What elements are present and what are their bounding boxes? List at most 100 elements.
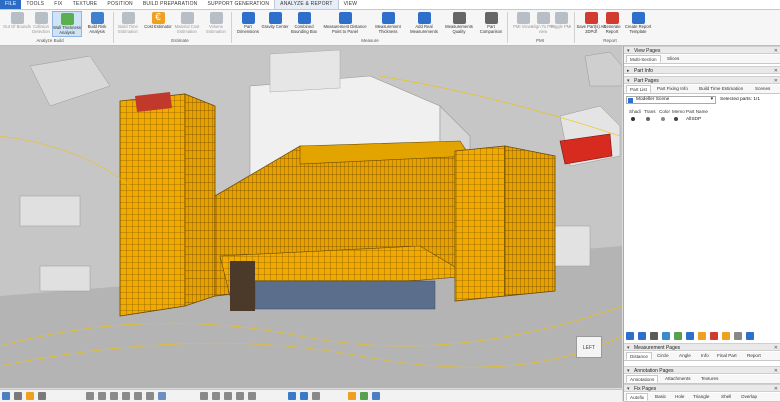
tab-part-fixing-info[interactable]: Part Fixing Info bbox=[654, 85, 691, 93]
menu-texture[interactable]: TEXTURE bbox=[68, 0, 103, 9]
menu-tools[interactable]: TOOLS bbox=[21, 0, 49, 9]
menu-analyze-report[interactable]: ANALYZE & REPORT bbox=[274, 0, 339, 9]
tab-autofix[interactable]: Autofix bbox=[626, 393, 649, 401]
menu-position[interactable]: POSITION bbox=[102, 0, 138, 9]
close-icon[interactable]: ✕ bbox=[774, 77, 778, 85]
close-icon[interactable]: ✕ bbox=[774, 367, 778, 375]
create-report-template-button[interactable]: Create Report Template bbox=[622, 11, 654, 37]
table-row[interactable]: AllSDP bbox=[626, 116, 779, 123]
menu-file[interactable]: FILE bbox=[0, 0, 22, 9]
view-front-icon[interactable] bbox=[86, 392, 94, 400]
scale-icon[interactable] bbox=[650, 332, 658, 340]
settings-icon[interactable] bbox=[734, 332, 742, 340]
rotate-icon[interactable] bbox=[14, 392, 22, 400]
render-mode-icon[interactable] bbox=[288, 392, 296, 400]
volume-estimation-button[interactable]: Volume Estimation bbox=[201, 11, 231, 37]
fix-icon[interactable] bbox=[674, 332, 682, 340]
combined-bounding-box-button[interactable]: Combined Bounding Box bbox=[287, 11, 321, 37]
wall-thickness-analysis-button[interactable]: Wall Thickness Analysis bbox=[52, 11, 82, 37]
view-top-icon[interactable] bbox=[134, 392, 142, 400]
part-info-header[interactable]: ▸ Part Info ✕ bbox=[624, 66, 780, 74]
duplicate-icon[interactable] bbox=[638, 332, 646, 340]
merge-icon[interactable] bbox=[698, 332, 706, 340]
wireframe-icon[interactable] bbox=[200, 392, 208, 400]
label-icon[interactable] bbox=[722, 332, 730, 340]
pan-icon[interactable] bbox=[2, 392, 10, 400]
view-iso-icon[interactable] bbox=[158, 392, 166, 400]
shaded-icon[interactable] bbox=[212, 392, 220, 400]
menu-view[interactable]: VIEW bbox=[339, 0, 363, 9]
tab-part-list[interactable]: Part List bbox=[626, 85, 651, 93]
fit-view-icon[interactable] bbox=[38, 392, 46, 400]
tab-report[interactable]: Report bbox=[744, 352, 764, 360]
col-part-name[interactable]: Part Name bbox=[686, 108, 708, 115]
tab-hole[interactable]: Hole bbox=[672, 393, 687, 401]
menu-support-generation[interactable]: SUPPORT GENERATION bbox=[202, 0, 274, 9]
tab-multi-section[interactable]: Multi-Section bbox=[626, 55, 661, 63]
lighting-icon[interactable] bbox=[300, 392, 308, 400]
toggle-pmi-button[interactable]: Toggle PMI bbox=[549, 11, 573, 37]
cost-estimator-button[interactable]: € Cost Estimator bbox=[143, 11, 173, 37]
tab-angle[interactable]: Angle bbox=[676, 352, 694, 360]
measure-icon[interactable] bbox=[236, 392, 244, 400]
tab-distance[interactable]: Distance bbox=[626, 352, 652, 360]
tab-scenes[interactable]: Scenes bbox=[752, 85, 773, 93]
part-comparison-button[interactable]: Part Comparison bbox=[476, 11, 506, 37]
material-cost-estimation-button[interactable]: Material Cost Estimation bbox=[172, 11, 202, 37]
tab-overlap[interactable]: Overlap bbox=[738, 393, 760, 401]
annotation-pages-header[interactable]: ▾ Annotation Pages ✕ bbox=[624, 366, 780, 374]
build-risk-analysis-button[interactable]: Build Risk Analysis bbox=[82, 11, 112, 37]
view-cube[interactable]: LEFT bbox=[576, 336, 602, 358]
tab-triangle[interactable]: Triangle bbox=[690, 393, 712, 401]
part-dimensions-button[interactable]: Part Dimensions bbox=[233, 11, 263, 37]
section-icon[interactable] bbox=[224, 392, 232, 400]
fix-pages-header[interactable]: ▾ Fix Pages ✕ bbox=[624, 384, 780, 392]
close-icon[interactable]: ✕ bbox=[774, 344, 778, 352]
menu-build-preparation[interactable]: BUILD PREPARATION bbox=[138, 0, 203, 9]
shading-icon[interactable] bbox=[631, 117, 635, 121]
view-back-icon[interactable] bbox=[98, 392, 106, 400]
add-part-icon[interactable] bbox=[626, 332, 634, 340]
close-icon[interactable]: ✕ bbox=[774, 385, 778, 393]
3d-viewport[interactable]: LEFT bbox=[0, 46, 622, 388]
tab-annotations[interactable]: Annotations bbox=[626, 375, 659, 383]
camera-icon[interactable] bbox=[372, 392, 380, 400]
tab-build-time-estimation[interactable]: Build Time Estimation bbox=[696, 85, 746, 93]
view-bottom-icon[interactable] bbox=[146, 392, 154, 400]
select-icon[interactable] bbox=[248, 392, 256, 400]
tab-textures[interactable]: Textures bbox=[698, 375, 721, 383]
gravity-center-button[interactable]: Gravity Center bbox=[260, 11, 290, 37]
part-pages-header[interactable]: ▾ Part Pages ✕ bbox=[624, 76, 780, 84]
memo-icon[interactable] bbox=[674, 117, 678, 121]
view-left-icon[interactable] bbox=[110, 392, 118, 400]
col-memo[interactable]: Memo bbox=[672, 108, 685, 115]
tab-slices[interactable]: Slices bbox=[664, 55, 682, 63]
export-icon[interactable] bbox=[746, 332, 754, 340]
measurement-distance-button[interactable]: Measurement Distance Point to Panel bbox=[323, 11, 367, 37]
mirror-icon[interactable] bbox=[662, 332, 670, 340]
tab-circle[interactable]: Circle bbox=[654, 352, 672, 360]
measurement-thickness-button[interactable]: Measurement Thickness bbox=[371, 11, 405, 37]
measurement-pages-header[interactable]: ▾ Measurement Pages ✕ bbox=[624, 343, 780, 351]
build-time-estimation-button[interactable]: Build Time Estimation bbox=[113, 11, 143, 37]
tab-info[interactable]: Info bbox=[698, 352, 712, 360]
view-pages-header[interactable]: ▾ View Pages ✕ bbox=[624, 46, 780, 54]
grid-icon[interactable] bbox=[312, 392, 320, 400]
close-icon[interactable]: ✕ bbox=[774, 47, 778, 55]
tab-basic[interactable]: Basic bbox=[652, 393, 669, 401]
transparency-icon[interactable] bbox=[646, 117, 650, 121]
tab-final-part[interactable]: Final Part bbox=[714, 352, 740, 360]
menu-fix[interactable]: FIX bbox=[49, 0, 67, 9]
zoom-icon[interactable] bbox=[26, 392, 34, 400]
view-right-icon[interactable] bbox=[122, 392, 130, 400]
color-swatch-icon[interactable] bbox=[661, 117, 665, 121]
col-shading[interactable]: Shadi bbox=[629, 108, 641, 115]
color-icon[interactable] bbox=[348, 392, 356, 400]
close-icon[interactable]: ✕ bbox=[774, 67, 778, 75]
measurements-quality-button[interactable]: Measurements Quality bbox=[442, 11, 476, 37]
split-icon[interactable] bbox=[686, 332, 694, 340]
delete-icon[interactable] bbox=[710, 332, 718, 340]
col-transparency[interactable]: Trans bbox=[644, 108, 656, 115]
add-real-measurements-button[interactable]: Add Real Measurements bbox=[407, 11, 441, 37]
tab-attachments[interactable]: Attachments bbox=[662, 375, 694, 383]
